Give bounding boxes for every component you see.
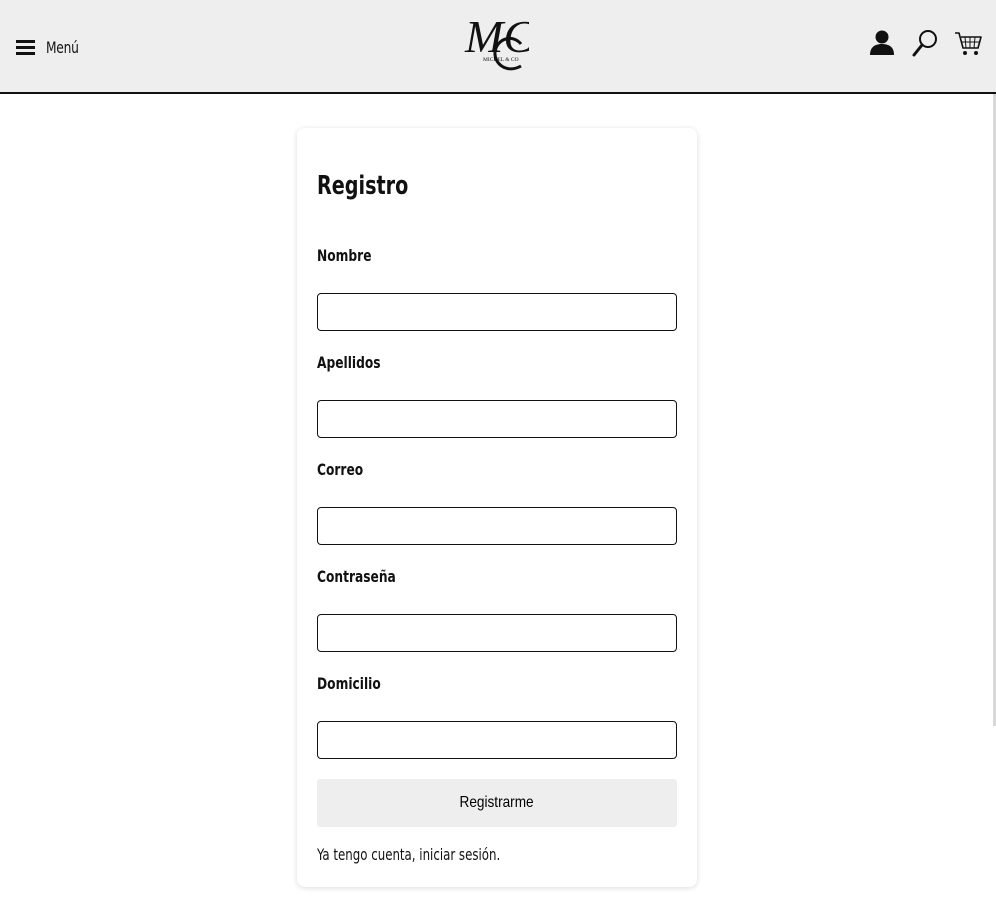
register-button-label: Registrarme xyxy=(459,794,535,811)
contrasena-input[interactable] xyxy=(317,614,677,652)
menu-button[interactable]: Menú xyxy=(16,36,84,58)
search-icon[interactable] xyxy=(911,28,939,58)
logo-monogram-m: MC xyxy=(464,11,529,62)
hamburger-icon xyxy=(16,39,35,55)
brand-logo[interactable]: MC MICHEL & CO xyxy=(463,8,529,78)
domicilio-label: Domicilio xyxy=(317,674,381,693)
apellidos-input[interactable] xyxy=(317,400,677,438)
menu-label: Menú xyxy=(46,37,79,57)
logo-subtext: MICHEL & CO xyxy=(483,57,519,63)
nombre-label: Nombre xyxy=(317,246,372,265)
nombre-input[interactable] xyxy=(317,293,677,331)
registration-card: Registro Nombre Apellidos Correo Contras… xyxy=(297,128,697,887)
correo-input[interactable] xyxy=(317,507,677,545)
site-header: Menú MC MICHEL & CO xyxy=(0,0,996,94)
form-title: Registro xyxy=(317,171,409,201)
apellidos-label: Apellidos xyxy=(317,353,381,372)
contrasena-label: Contraseña xyxy=(317,567,396,586)
user-icon[interactable] xyxy=(868,28,896,58)
login-link[interactable]: Ya tengo cuenta, iniciar sesión. xyxy=(317,845,500,864)
register-button[interactable]: Registrarme xyxy=(317,779,677,827)
correo-label: Correo xyxy=(317,460,364,479)
cart-icon[interactable] xyxy=(954,28,982,58)
domicilio-input[interactable] xyxy=(317,721,677,759)
